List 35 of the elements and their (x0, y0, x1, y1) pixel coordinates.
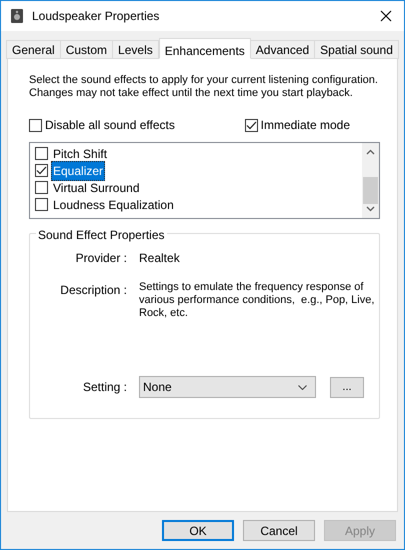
setting-dropdown[interactable]: None (139, 376, 316, 398)
instructions-text: Select the sound effects to apply for your current listening configuration. Changes may not take effect until the next time you start playback. (29, 74, 379, 100)
speaker-icon (10, 8, 24, 24)
more-button[interactable]: ... (330, 376, 364, 398)
effect-item[interactable]: Pitch Shift (51, 144, 110, 162)
setting-label: Setting : (82, 379, 127, 396)
option-label[interactable]: Disable all sound effects (45, 116, 175, 134)
checkbox[interactable] (35, 147, 48, 160)
dialog-button[interactable]: Cancel (243, 520, 315, 541)
description-label: Description : (59, 282, 127, 299)
provider-label: Provider : (74, 250, 127, 267)
checkbox[interactable] (35, 198, 48, 211)
close-icon[interactable] (380, 10, 392, 22)
checkbox[interactable] (35, 181, 48, 194)
tab[interactable]: Spatial sound (314, 40, 399, 59)
tab[interactable]: Levels (112, 40, 159, 59)
checkbox[interactable] (29, 118, 42, 132)
scrollbar[interactable] (362, 143, 379, 218)
checkbox[interactable] (35, 164, 48, 177)
scroll-down-icon[interactable] (366, 206, 375, 212)
effect-item[interactable]: Equalizer (51, 160, 106, 180)
chevron-down-icon (298, 384, 307, 390)
effect-item[interactable]: Loudness Equalization (51, 196, 176, 214)
tab[interactable]: General (6, 40, 61, 59)
tab[interactable]: Enhancements (158, 38, 251, 59)
setting-value: None (143, 379, 172, 396)
description-value: Settings to emulate the frequency response of various performance conditions, e.g., Pop, Live, Rock, etc. (139, 281, 375, 320)
scroll-thumb[interactable] (363, 177, 378, 204)
checkbox[interactable] (244, 118, 258, 132)
scroll-up-icon[interactable] (366, 149, 375, 155)
option-label[interactable]: Immediate mode (260, 116, 350, 134)
dialog-button[interactable]: OK (162, 520, 234, 541)
window-title: Loudspeaker Properties (32, 8, 160, 25)
effect-item[interactable]: Virtual Surround (51, 178, 142, 196)
provider-value: Realtek (139, 250, 180, 267)
